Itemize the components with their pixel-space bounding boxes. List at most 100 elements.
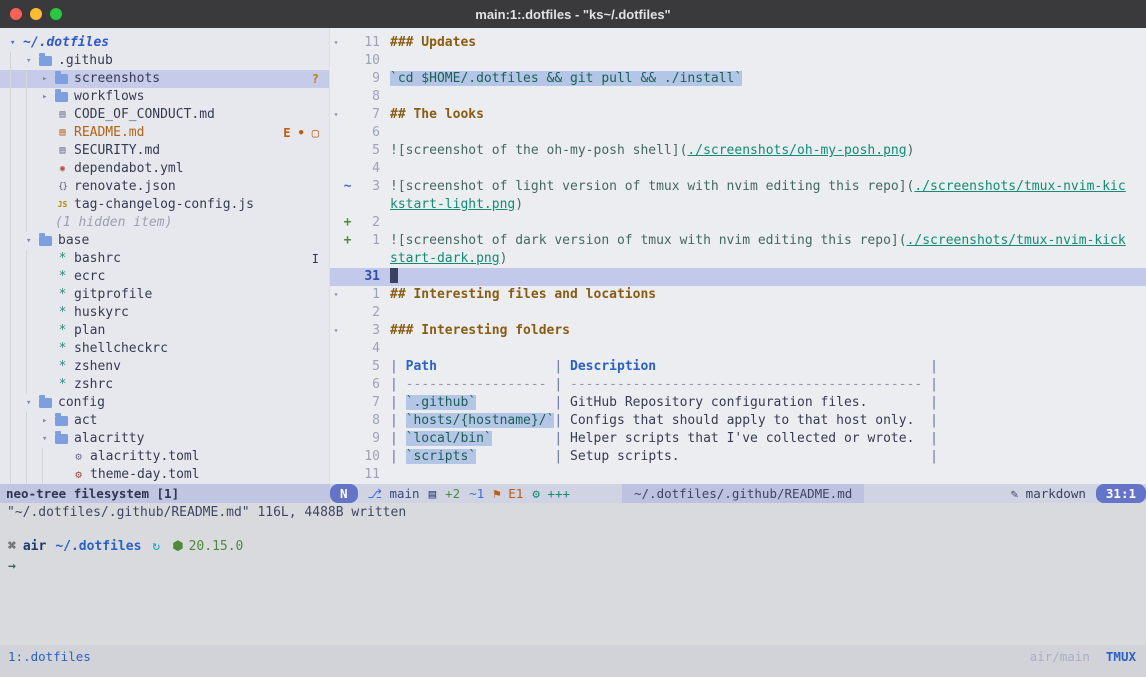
editor-line[interactable]: 7| `.github` | GitHub Repository configu…: [330, 394, 1146, 412]
line-number: 7: [353, 106, 380, 124]
editor-line[interactable]: 8: [330, 88, 1146, 106]
fold-marker: [330, 160, 342, 178]
editor-line[interactable]: 2: [330, 304, 1146, 322]
editor-line[interactable]: 11: [330, 466, 1146, 484]
seg-pipe: |: [554, 413, 570, 428]
fold-marker: ▾: [330, 34, 342, 52]
indent-guide: [10, 322, 26, 340]
tree-item-gitprofile[interactable]: *gitprofile: [0, 286, 329, 304]
editor-line[interactable]: 31: [330, 268, 1146, 286]
tree-item-readme-md[interactable]: ▤README.mdE•▢: [0, 124, 329, 142]
editor-line[interactable]: 8| `hosts/{hostname}/`| Configs that sho…: [330, 412, 1146, 430]
seg-code: `hosts/{hostname}/`: [406, 413, 555, 428]
tree-item-act[interactable]: ▸act: [0, 412, 329, 430]
git-sign: [342, 70, 353, 88]
editor-line[interactable]: ▾1## Interesting files and locations: [330, 286, 1146, 304]
folder-icon: [39, 56, 52, 66]
shell-prompt: ⌘ air ~/.dotfiles ↻ ⬢20.15.0: [8, 538, 1146, 556]
tree-item-plan[interactable]: *plan: [0, 322, 329, 340]
tree-item-theme-day-toml[interactable]: ⚙theme-day.toml: [0, 466, 329, 484]
tree-item-renovate-json[interactable]: {}renovate.json: [0, 178, 329, 196]
editor-line[interactable]: kstart-light.png): [330, 196, 1146, 214]
tree-item-config[interactable]: ▾config: [0, 394, 329, 412]
indent-guide: [10, 430, 26, 448]
git-sign: [342, 340, 353, 358]
seg-pipe: |: [390, 395, 406, 410]
tree-item-screenshots[interactable]: ▸screenshots?: [0, 70, 329, 88]
tree-item-label: screenshots: [74, 70, 160, 88]
line-text: [380, 304, 390, 322]
editor-line[interactable]: 5| Path | Description |: [330, 358, 1146, 376]
editor-line[interactable]: 6| ------------------ | ----------------…: [330, 376, 1146, 394]
tree-item-label: shellcheckrc: [74, 340, 168, 358]
indent-guide: [26, 286, 42, 304]
editor-line[interactable]: 10: [330, 52, 1146, 70]
tree-item-workflows[interactable]: ▸workflows: [0, 88, 329, 106]
editor-line[interactable]: ~3![screenshot of light version of tmux …: [330, 178, 1146, 196]
tree-item-dotfiles[interactable]: ▾~/.dotfiles: [0, 34, 329, 52]
editor-line[interactable]: 9`cd $HOME/.dotfiles && git pull && ./in…: [330, 70, 1146, 88]
expander-icon: ▸: [42, 70, 55, 88]
tree-item-base[interactable]: ▾base: [0, 232, 329, 250]
file-markdown-icon: ▤: [55, 106, 70, 124]
tree-item-ecrc[interactable]: *ecrc: [0, 268, 329, 286]
line-number: 2: [353, 304, 380, 322]
editor-line[interactable]: +2: [330, 214, 1146, 232]
editor-buffer[interactable]: ▾11### Updates109`cd $HOME/.dotfiles && …: [330, 28, 1146, 484]
tmux-pane-shell[interactable]: ⌘ air ~/.dotfiles ↻ ⬢20.15.0 →: [0, 522, 1146, 645]
seg-pipe: |: [930, 359, 938, 374]
fold-marker: [330, 412, 342, 430]
fold-marker: [330, 304, 342, 322]
seg-pipe: |: [930, 395, 938, 410]
tree-item-tag-changelog-config-js[interactable]: JStag-changelog-config.js: [0, 196, 329, 214]
editor-line[interactable]: 5![screenshot of the oh-my-posh shell](.…: [330, 142, 1146, 160]
seg-pipe: |: [390, 413, 406, 428]
tree-item-dependabot-yml[interactable]: ◉dependabot.yml: [0, 160, 329, 178]
tree-item-1-hidden-item[interactable]: (1 hidden item): [0, 214, 329, 232]
line-text: ![screenshot of dark version of tmux wit…: [380, 232, 1126, 250]
fold-marker: [330, 178, 342, 196]
editor-line[interactable]: ▾7## The looks: [330, 106, 1146, 124]
file-tree: ▾~/.dotfiles▾.github▸screenshots?▸workfl…: [0, 34, 329, 484]
tree-item-zshrc[interactable]: *zshrc: [0, 376, 329, 394]
editor-line[interactable]: ▾3### Interesting folders: [330, 322, 1146, 340]
tree-item-zshenv[interactable]: *zshenv: [0, 358, 329, 376]
tree-item-label: CODE_OF_CONDUCT.md: [74, 106, 215, 124]
tree-item-label: huskyrc: [74, 304, 129, 322]
close-button[interactable]: [10, 8, 22, 20]
tmux-window-label[interactable]: 1:.dotfiles: [8, 649, 91, 664]
tree-item-alacritty[interactable]: ▾alacritty: [0, 430, 329, 448]
tree-item-label: (1 hidden item): [55, 214, 172, 232]
minimize-button[interactable]: [30, 8, 42, 20]
editor-line[interactable]: 4: [330, 160, 1146, 178]
editor-line[interactable]: 10| `scripts` | Setup scripts. |: [330, 448, 1146, 466]
fullscreen-button[interactable]: [50, 8, 62, 20]
tree-item-label: act: [74, 412, 97, 430]
editor-line[interactable]: 6: [330, 124, 1146, 142]
seg-h: ### Interesting folders: [390, 323, 570, 338]
tree-item-security-md[interactable]: ▤SECURITY.md: [0, 142, 329, 160]
line-number: 4: [353, 160, 380, 178]
editor-line[interactable]: +1![screenshot of dark version of tmux w…: [330, 232, 1146, 250]
editor-line[interactable]: start-dark.png): [330, 250, 1146, 268]
tree-item-bashrc[interactable]: *bashrcI: [0, 250, 329, 268]
tree-item-huskyrc[interactable]: *huskyrc: [0, 304, 329, 322]
seg-pipe: |: [390, 449, 406, 464]
editor-line[interactable]: 9| `local/bin` | Helper scripts that I'v…: [330, 430, 1146, 448]
cursor-block: [390, 268, 398, 283]
file-toml-icon: ⚙: [71, 448, 86, 466]
window-title: main:1:.dotfiles - "ks~/.dotfiles": [475, 7, 670, 22]
line-number: 5: [353, 358, 380, 376]
indent-guide: [26, 142, 42, 160]
git-status-segment: ⎇ main ▤ +2 ~1 ⚑ E1 ⚙ +++: [358, 484, 580, 503]
tree-item-code-of-conduct-md[interactable]: ▤CODE_OF_CONDUCT.md: [0, 106, 329, 124]
tree-item-alacritty-toml[interactable]: ⚙alacritty.toml: [0, 448, 329, 466]
tree-item-label: bashrc: [74, 250, 121, 268]
editor-line[interactable]: ▾11### Updates: [330, 34, 1146, 52]
indent-guide: [10, 142, 26, 160]
tree-item-shellcheckrc[interactable]: *shellcheckrc: [0, 340, 329, 358]
line-text: [380, 214, 390, 232]
expander-icon: ▾: [10, 34, 23, 52]
editor-line[interactable]: 4: [330, 340, 1146, 358]
tree-item-github[interactable]: ▾.github: [0, 52, 329, 70]
